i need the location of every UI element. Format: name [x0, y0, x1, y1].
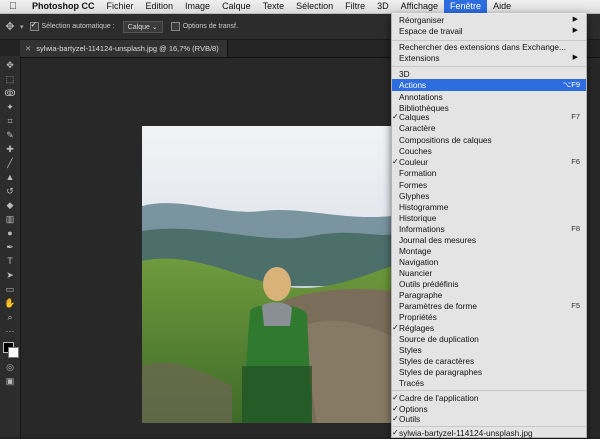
menu-divider	[392, 66, 586, 67]
menu-item-traces[interactable]: Tracés	[392, 377, 586, 389]
magic-wand-icon[interactable]: ✦	[0, 100, 20, 114]
transform-controls-checkbox[interactable]	[170, 22, 180, 31]
marquee-icon[interactable]: ⬚	[0, 72, 20, 86]
auto-select-checkbox[interactable]	[29, 20, 39, 31]
menu-item-extensions[interactable]: Extensions ▶	[392, 52, 586, 64]
document-photo	[142, 126, 392, 423]
healing-brush-icon[interactable]: ✚	[0, 142, 20, 156]
auto-select-label: Sélection automatique :	[41, 23, 115, 30]
eyedropper-icon[interactable]: ✎	[0, 128, 20, 142]
auto-select-target-dropdown[interactable]: Calque ⌄	[122, 20, 163, 33]
menu-texte[interactable]: Texte	[257, 0, 291, 13]
menu-selection[interactable]: Sélection	[290, 0, 339, 13]
menu-bar:  Photoshop CC Fichier Edition Image Cal…	[0, 0, 600, 14]
move-icon[interactable]: ✥	[0, 58, 20, 72]
hand-icon[interactable]: ✋	[0, 296, 20, 310]
auto-select-target-value: Calque	[127, 23, 150, 31]
menu-item-espace-de-travail[interactable]: Espace de travail ▶	[392, 25, 586, 37]
menu-divider	[392, 390, 586, 391]
checkmark-icon: ✓	[392, 428, 399, 437]
gradient-icon[interactable]: ▥	[0, 212, 20, 226]
apple-icon[interactable]: 	[0, 1, 26, 12]
menu-calque[interactable]: Calque	[216, 0, 257, 13]
tool-preset-chevron-icon[interactable]: ▾	[20, 23, 24, 31]
window-menu-dropdown: Réorganiser ▶ Espace de travail ▶ Recherch…	[391, 13, 587, 438]
document-tab[interactable]: ✕ sylwia-bartyzel-114124-unsplash.jpg @ 1…	[20, 40, 228, 57]
crop-icon[interactable]: ⌗	[0, 114, 20, 128]
history-brush-icon[interactable]: ↺	[0, 184, 20, 198]
quick-mask-icon[interactable]: ◎	[0, 360, 20, 374]
move-tool-icon[interactable]: ✥	[0, 20, 20, 33]
stamp-icon[interactable]: ▲	[0, 170, 20, 184]
menu-3d[interactable]: 3D	[371, 0, 395, 13]
submenu-arrow-icon: ▶	[572, 27, 578, 34]
eraser-icon[interactable]: ◆	[0, 198, 20, 212]
pen-icon[interactable]: ✒	[0, 240, 20, 254]
transform-controls-label: Options de transf.	[182, 23, 238, 30]
tools-panel: ✥ ⬚ ↂ ✦ ⌗ ✎ ✚ ╱ ▲ ↺ ◆ ▥ ● ✒ T ➤ ▭ ✋ ⌕ ··…	[0, 56, 21, 437]
close-tab-icon[interactable]: ✕	[25, 44, 31, 53]
zoom-icon[interactable]: ⌕	[0, 310, 20, 324]
rectangle-icon[interactable]: ▭	[0, 282, 20, 296]
lasso-icon[interactable]: ↂ	[0, 86, 20, 100]
path-selection-icon[interactable]: ➤	[0, 268, 20, 282]
background-color-swatch[interactable]	[8, 347, 19, 358]
menu-image[interactable]: Image	[179, 0, 216, 13]
menu-filtre[interactable]: Filtre	[339, 0, 371, 13]
menu-item-actions[interactable]: Actions ⌥F9	[392, 79, 586, 91]
dodge-icon[interactable]: ●	[0, 226, 20, 240]
menu-aide[interactable]: Aide	[487, 0, 517, 13]
document-tab-title: sylwia-bartyzel-114124-unsplash.jpg @ 16…	[36, 44, 219, 53]
submenu-arrow-icon: ▶	[572, 54, 578, 61]
type-icon[interactable]: T	[0, 254, 20, 268]
menu-item-formation[interactable]: Formation	[392, 167, 586, 179]
brush-icon[interactable]: ╱	[0, 156, 20, 170]
screen-mode-icon[interactable]: ▣	[0, 374, 20, 388]
menu-item-caractere[interactable]: Caractère	[392, 122, 586, 134]
photo-image	[142, 126, 392, 423]
more-tools-icon[interactable]: ···	[0, 324, 20, 338]
menu-affichage[interactable]: Affichage	[395, 0, 444, 13]
menu-edition[interactable]: Edition	[140, 0, 180, 13]
menu-app-photoshop[interactable]: Photoshop CC	[26, 0, 101, 13]
checkmark-icon: ✓	[392, 414, 399, 423]
menu-fenetre[interactable]: Fenêtre	[444, 0, 488, 13]
menu-item-outils[interactable]: ✓ Outils	[392, 413, 586, 425]
menu-fichier[interactable]: Fichier	[101, 0, 140, 13]
menu-item-open-document[interactable]: ✓ sylwia-bartyzel-114124-unsplash.jpg	[392, 427, 586, 439]
